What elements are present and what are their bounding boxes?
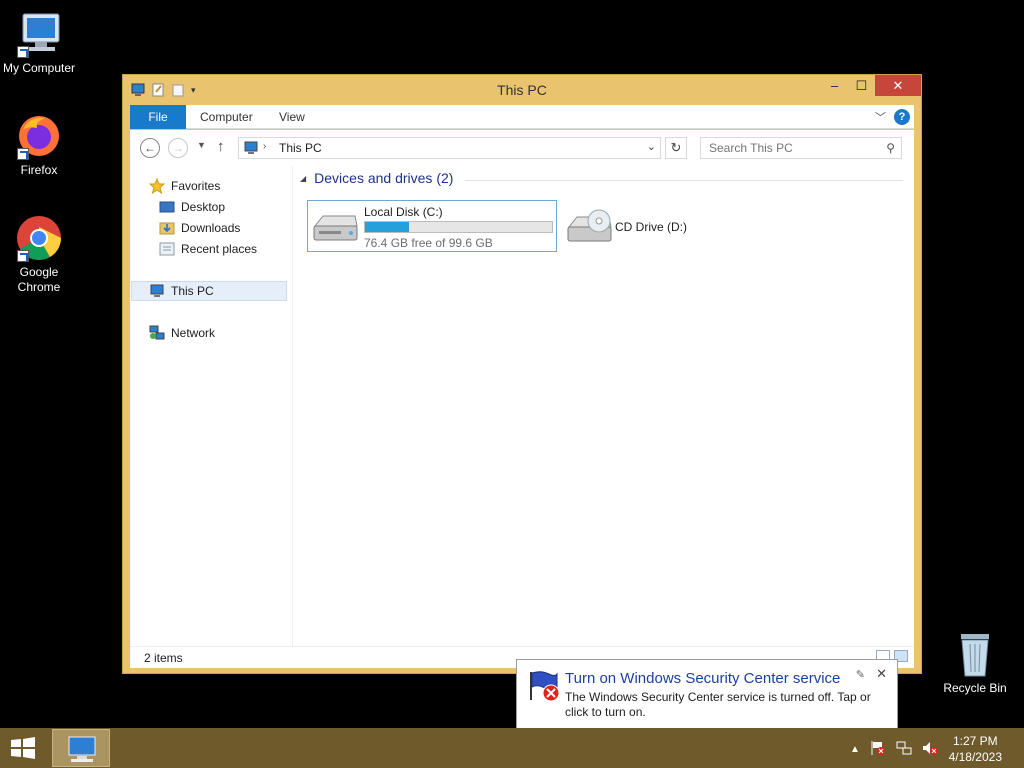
- group-divider: [465, 180, 903, 181]
- breadcrumb-separator-icon[interactable]: ›: [263, 141, 266, 152]
- nav-item-label: Recent places: [181, 242, 258, 256]
- nav-item-this-pc[interactable]: This PC: [131, 281, 287, 301]
- nav-item-label: Desktop: [181, 200, 226, 214]
- chevron-down-icon[interactable]: ⌄: [647, 140, 656, 153]
- recycle-bin-icon: [951, 630, 999, 678]
- pin-icon[interactable]: ✎: [856, 668, 865, 681]
- navigation-pane: Favorites Desktop Downloads Recent place…: [130, 166, 290, 646]
- desktop-icon-label: Google Chrome: [17, 265, 61, 294]
- nav-item-downloads[interactable]: Downloads: [159, 218, 240, 238]
- show-hidden-icons-icon[interactable]: ▲: [850, 744, 860, 755]
- group-title: Devices and drives (2): [314, 170, 454, 186]
- drive-name: CD Drive (D:): [615, 220, 687, 234]
- search-icon[interactable]: ⚲: [886, 141, 895, 155]
- desktop-icon-label: My Computer: [2, 61, 76, 75]
- desktop-folder-icon: [159, 199, 175, 215]
- security-notification[interactable]: Turn on Windows Security Center service …: [516, 659, 898, 741]
- nav-item-label: Downloads: [181, 221, 241, 235]
- drive-usage-fill: [365, 222, 409, 232]
- forward-button[interactable]: →: [168, 138, 188, 158]
- tab-view[interactable]: View: [279, 105, 305, 129]
- notification-title: Turn on Windows Security Center service: [565, 670, 841, 687]
- security-flag-icon: [527, 670, 561, 702]
- refresh-button[interactable]: ↻: [665, 137, 687, 159]
- explorer-body: Favorites Desktop Downloads Recent place…: [130, 166, 914, 646]
- computer-icon: [243, 141, 259, 155]
- network-icon: [149, 325, 165, 341]
- clock-time: 1:27 PM: [952, 734, 998, 748]
- nav-item-label: Network: [171, 326, 216, 340]
- cd-drive-icon: [565, 209, 613, 245]
- drive-free-space: 76.4 GB free of 99.6 GB: [364, 236, 493, 250]
- nav-item-favorites[interactable]: Favorites: [148, 176, 221, 196]
- volume-muted-icon[interactable]: [922, 740, 938, 759]
- close-button[interactable]: ✕: [875, 75, 921, 96]
- address-row: ← → ▼ ↑ › This PC ⌄ ↻ ⚲: [130, 130, 914, 166]
- expand-ribbon-icon[interactable]: ﹀: [875, 109, 886, 125]
- network-icon[interactable]: [896, 740, 912, 759]
- desktop-icon-chrome[interactable]: Google Chrome: [0, 214, 78, 295]
- pane-divider[interactable]: [292, 166, 293, 646]
- minimize-button[interactable]: –: [821, 75, 848, 96]
- desktop-icon-label: Recycle Bin: [943, 681, 1007, 695]
- close-icon[interactable]: ✕: [876, 666, 887, 682]
- nav-item-recent-places[interactable]: Recent places: [159, 239, 257, 259]
- tab-computer[interactable]: Computer: [200, 105, 253, 129]
- content-pane: ◢ Devices and drives (2) Local Disk (C:): [300, 166, 914, 646]
- drive-usage-bar: [364, 221, 553, 233]
- start-button[interactable]: [8, 736, 38, 760]
- clock-date: 4/18/2023: [948, 750, 1002, 764]
- nav-item-network[interactable]: Network: [149, 323, 215, 343]
- desktop-icon-firefox[interactable]: Firefox: [0, 112, 78, 178]
- ribbon-tabs: File Computer View ﹀ ?: [130, 105, 914, 129]
- firefox-icon: [15, 112, 63, 160]
- collapse-triangle-icon[interactable]: ◢: [300, 174, 306, 183]
- nav-item-label: Favorites: [171, 179, 221, 193]
- title-bar[interactable]: ▾ This PC – ☐ ✕: [123, 75, 921, 105]
- window-title: This PC: [497, 82, 547, 98]
- group-header[interactable]: ◢ Devices and drives (2): [300, 170, 453, 186]
- search-box: ⚲: [700, 137, 902, 159]
- desktop-icon-recycle-bin[interactable]: Recycle Bin: [936, 630, 1014, 696]
- clock[interactable]: 1:27 PM 4/18/2023: [949, 733, 1002, 765]
- chrome-icon: [15, 214, 63, 262]
- action-center-flag-icon[interactable]: [870, 740, 886, 759]
- computer-icon: [68, 736, 96, 762]
- address-bar[interactable]: › This PC ⌄: [238, 137, 661, 159]
- desktop-icon-my-computer[interactable]: My Computer: [0, 10, 78, 76]
- windows-logo-icon: [11, 737, 35, 759]
- notification-body: The Windows Security Center service is t…: [565, 690, 871, 719]
- breadcrumb[interactable]: This PC: [279, 141, 322, 155]
- item-count: 2 items: [144, 651, 183, 665]
- drive-name: Local Disk (C:): [364, 205, 443, 219]
- star-icon: [148, 177, 166, 195]
- computer-icon: [15, 10, 63, 58]
- tab-file[interactable]: File: [130, 105, 186, 129]
- computer-icon: [149, 283, 165, 299]
- downloads-folder-icon: [159, 220, 175, 236]
- recent-locations-chevron-icon[interactable]: ▼: [197, 140, 206, 150]
- desktop-icon-label: Firefox: [20, 163, 58, 177]
- recent-places-icon: [159, 241, 175, 257]
- search-input[interactable]: [701, 138, 871, 158]
- taskbar-explorer-button[interactable]: [52, 729, 110, 767]
- explorer-window: ▾ This PC – ☐ ✕ File Computer View ﹀ ? ←…: [122, 74, 922, 674]
- system-tray: ▲: [850, 740, 938, 759]
- drive-item-d[interactable]: CD Drive (D:): [562, 200, 762, 252]
- nav-item-desktop[interactable]: Desktop: [159, 197, 225, 217]
- hard-disk-icon: [311, 210, 359, 246]
- back-button[interactable]: ←: [140, 138, 160, 158]
- nav-item-label: This PC: [171, 284, 214, 298]
- help-icon[interactable]: ?: [894, 109, 910, 125]
- taskbar: ▲ 1:27 PM 4/18/2023: [0, 728, 1024, 768]
- drive-item-c[interactable]: Local Disk (C:) 76.4 GB free of 99.6 GB: [307, 200, 557, 252]
- up-button[interactable]: ↑: [217, 138, 225, 155]
- maximize-button[interactable]: ☐: [848, 75, 875, 96]
